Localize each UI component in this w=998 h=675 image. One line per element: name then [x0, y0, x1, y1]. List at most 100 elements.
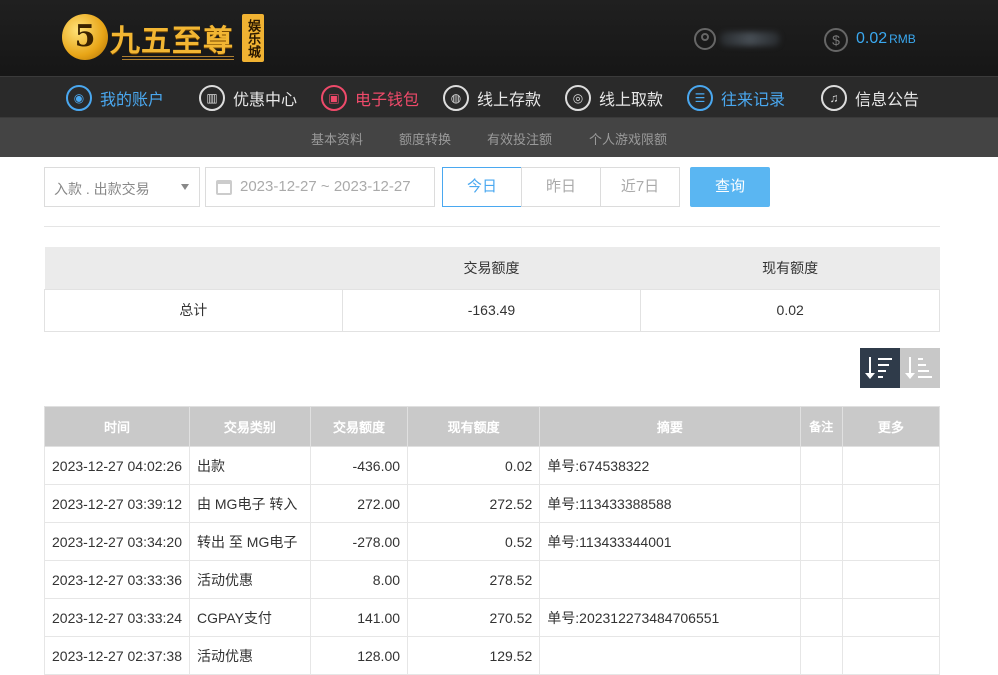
cell-type: 出款	[189, 446, 311, 485]
nav-item-my-account[interactable]: ◉ 我的账户	[66, 77, 164, 119]
nav-label: 电子钱包	[355, 92, 420, 109]
nav-item-records[interactable]: ☰ 往来记录	[687, 77, 785, 119]
logo-ornament	[122, 56, 234, 60]
cell-balance: 272.52	[407, 484, 541, 523]
cell-note	[799, 598, 843, 637]
summary-table: 交易额度 现有额度 总计 -163.49 0.02	[44, 247, 940, 332]
records-table: 时间 交易类别 交易额度 现有额度 摘要 备注 更多 2023-12-27 04…	[44, 406, 941, 675]
calendar-icon	[216, 180, 232, 195]
logo-mark: 5	[62, 14, 108, 60]
summary-header: 现有额度	[640, 247, 940, 289]
cell-more[interactable]	[841, 636, 941, 675]
cell-more[interactable]	[841, 446, 941, 485]
cell-amount: -436.00	[309, 446, 409, 485]
cell-time: 2023-12-27 04:02:26	[44, 446, 190, 485]
table-row: 2023-12-27 03:33:36 活动优惠 8.00 278.52	[44, 560, 941, 599]
account-balance: 0.02 RMB	[856, 30, 916, 48]
cell-type: 由 MG电子 转入	[189, 484, 311, 523]
cell-balance: 270.52	[407, 598, 541, 637]
date-range-value: 2023-12-27 ~ 2023-12-27	[240, 178, 411, 195]
cell-summary: 单号:202312273484706551	[539, 598, 801, 637]
today-button[interactable]: 今日	[442, 167, 522, 207]
cell-summary: 单号:113433344001	[539, 522, 801, 561]
table-row: 2023-12-27 03:39:12 由 MG电子 转入 272.00 272…	[44, 484, 941, 523]
cell-summary	[539, 560, 801, 599]
table-row: 2023-12-27 03:34:20 转出 至 MG电子 -278.00 0.…	[44, 522, 941, 561]
nav-item-e-wallet[interactable]: ▣ 电子钱包	[321, 77, 419, 119]
cell-type: CGPAY支付	[189, 598, 311, 637]
header-balance[interactable]: 现有额度	[407, 406, 541, 447]
nav-item-promotions[interactable]: ▥ 优惠中心	[199, 77, 297, 119]
brand-badge: 娱乐城	[242, 14, 264, 62]
user-icon: ◉	[66, 85, 92, 111]
cell-time: 2023-12-27 02:37:38	[44, 636, 190, 675]
cell-note	[799, 636, 843, 675]
records-header-row: 时间 交易类别 交易额度 现有额度 摘要 备注 更多	[44, 406, 941, 447]
yesterday-button[interactable]: 昨日	[521, 167, 601, 207]
cell-balance: 0.02	[407, 446, 541, 485]
date-range-input[interactable]: 2023-12-27 ~ 2023-12-27	[205, 167, 435, 207]
summary-total-row: 总计 -163.49 0.02	[44, 288, 940, 332]
brand-logo[interactable]: 5 九五至尊 娱乐城	[62, 12, 272, 66]
balance-value: 0.02	[856, 30, 888, 47]
table-row: 2023-12-27 04:02:26 出款 -436.00 0.02 单号:6…	[44, 446, 941, 485]
sort-lines-icon	[878, 358, 892, 382]
nav-label: 线上取款	[599, 92, 664, 109]
nav-label: 线上存款	[477, 92, 542, 109]
brand-name: 九五至尊	[110, 24, 234, 59]
header-note[interactable]: 备注	[799, 406, 843, 447]
cell-amount: 128.00	[309, 636, 409, 675]
query-button[interactable]: 查询	[690, 167, 770, 207]
cell-balance: 129.52	[407, 636, 541, 675]
cell-summary: 单号:674538322	[539, 446, 801, 485]
sort-ascending-button[interactable]	[900, 348, 940, 388]
cell-more[interactable]	[841, 484, 941, 523]
cell-type: 活动优惠	[189, 560, 311, 599]
nav-label: 我的账户	[100, 92, 165, 109]
table-row: 2023-12-27 03:33:24 CGPAY支付 141.00 270.5…	[44, 598, 941, 637]
cell-note	[799, 522, 843, 561]
sort-lines-icon	[918, 358, 932, 382]
subnav-item-transfer[interactable]: 额度转换	[399, 129, 451, 148]
sort-descending-button[interactable]	[860, 348, 900, 388]
gift-icon: ▥	[199, 85, 225, 111]
cell-balance: 0.52	[407, 522, 541, 561]
records-icon: ☰	[687, 85, 713, 111]
cell-more[interactable]	[841, 598, 941, 637]
cell-time: 2023-12-27 03:39:12	[44, 484, 190, 523]
divider	[44, 226, 940, 227]
summary-header-row: 交易额度 现有额度	[44, 247, 940, 289]
subnav-item-game-limits[interactable]: 个人游戏限额	[589, 129, 667, 148]
nav-item-announcements[interactable]: ♫ 信息公告	[821, 77, 919, 119]
cell-more[interactable]	[841, 560, 941, 599]
cell-note	[799, 446, 843, 485]
main-nav: ◉ 我的账户 ▥ 优惠中心 ▣ 电子钱包 ◍ 线上存款 ◎ 线上取款 ☰ 往来记…	[0, 76, 998, 118]
username-redacted	[720, 32, 780, 46]
cell-note	[799, 560, 843, 599]
summary-current-balance: 0.02	[640, 288, 940, 332]
select-value: 入款 . 出款交易	[54, 181, 150, 197]
cell-more[interactable]	[841, 522, 941, 561]
header-more[interactable]: 更多	[841, 406, 941, 447]
cell-time: 2023-12-27 03:33:36	[44, 560, 190, 599]
cell-note	[799, 484, 843, 523]
header-time[interactable]: 时间	[44, 406, 190, 447]
header-amount[interactable]: 交易额度	[309, 406, 409, 447]
user-avatar-icon[interactable]	[694, 28, 716, 50]
caret-down-icon	[181, 184, 189, 190]
cell-amount: 8.00	[309, 560, 409, 599]
header-summary[interactable]: 摘要	[539, 406, 801, 447]
header-type[interactable]: 交易类别	[189, 406, 311, 447]
arrow-down-icon	[865, 357, 875, 379]
table-row: 2023-12-27 02:37:38 活动优惠 128.00 129.52	[44, 636, 941, 675]
top-header: 5 九五至尊 娱乐城 $ 0.02 RMB	[0, 0, 998, 76]
cell-summary	[539, 636, 801, 675]
nav-label: 优惠中心	[233, 92, 298, 109]
cell-type: 转出 至 MG电子	[189, 522, 311, 561]
subnav-item-valid-bets[interactable]: 有效投注额	[487, 129, 552, 148]
nav-item-withdraw[interactable]: ◎ 线上取款	[565, 77, 663, 119]
nav-item-deposit[interactable]: ◍ 线上存款	[443, 77, 541, 119]
subnav-item-profile[interactable]: 基本资料	[311, 129, 363, 148]
transaction-type-select[interactable]: 入款 . 出款交易	[44, 167, 200, 207]
last-7-days-button[interactable]: 近7日	[600, 167, 680, 207]
